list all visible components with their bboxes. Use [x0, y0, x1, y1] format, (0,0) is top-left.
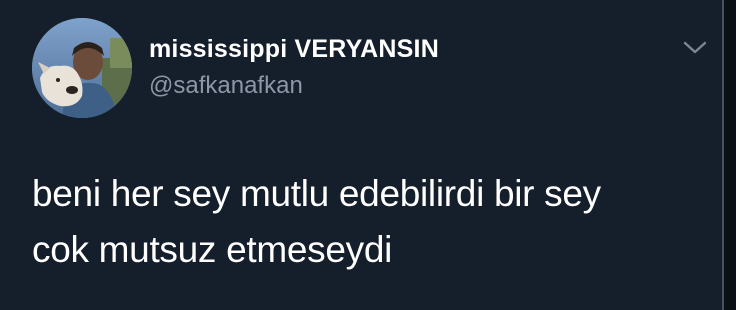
avatar[interactable] [32, 18, 132, 118]
chevron-down-icon[interactable] [682, 38, 708, 58]
tweet-text-line: beni her sey mutlu edebilirdi bir sey [32, 173, 601, 214]
tweet-card: mississippi VERYANSIN @safkanafkan beni … [0, 0, 736, 310]
user-handle[interactable]: @safkanafkan [149, 72, 303, 100]
tweet-text: beni her sey mutlu edebilirdi bir sey co… [32, 166, 712, 278]
tweet-text-line: cok mutsuz etmeseydi [32, 229, 393, 270]
scrollbar-track [724, 0, 736, 310]
avatar-photo [32, 18, 132, 118]
display-name[interactable]: mississippi VERYANSIN [149, 35, 439, 64]
